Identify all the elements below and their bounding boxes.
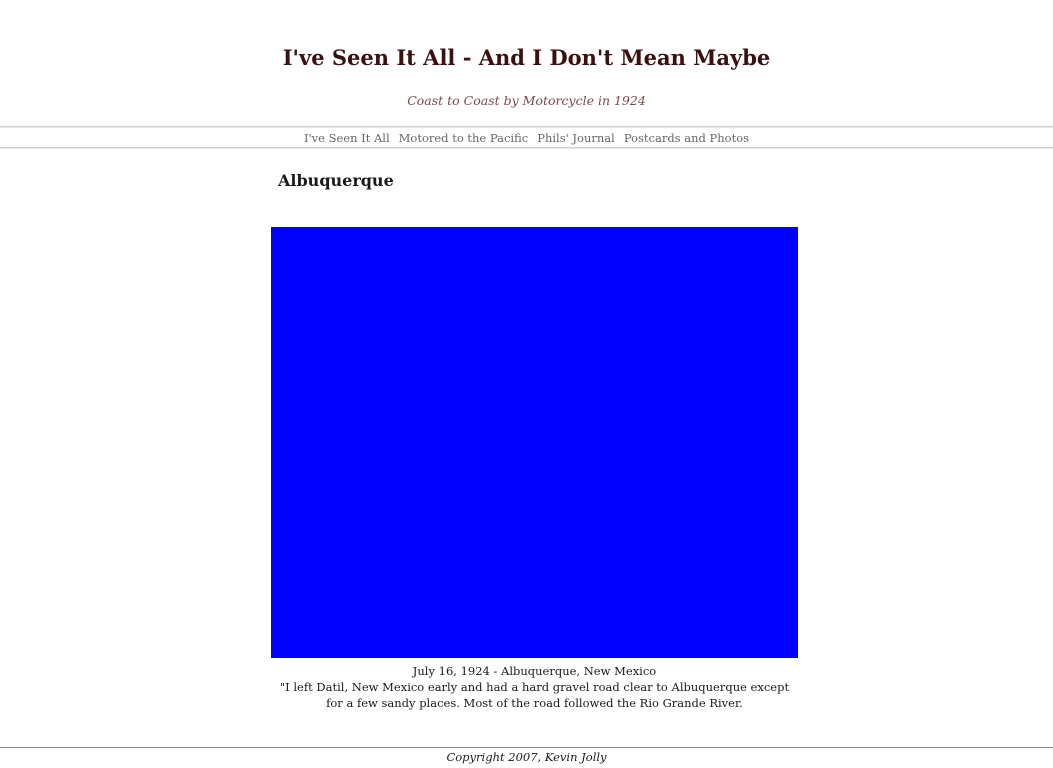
site-tagline: Coast to Coast by Motorcycle in 1924 (407, 93, 646, 108)
albuquerque-photo (271, 227, 798, 658)
photo-caption: July 16, 1924 - Albuquerque, New Mexico … (271, 663, 798, 711)
main-nav: I've Seen It All Motored to the Pacific … (0, 129, 1053, 146)
nav-divider-bottom (0, 147, 1053, 149)
page-heading: Albuquerque (278, 171, 394, 190)
nav-link-ive-seen-it-all[interactable]: I've Seen It All (304, 131, 390, 145)
nav-link-phils-journal[interactable]: Phils' Journal (537, 131, 615, 145)
nav-link-postcards-and-photos[interactable]: Postcards and Photos (624, 131, 749, 145)
footer-divider (0, 747, 1053, 748)
copyright-notice: Copyright 2007, Kevin Jolly (446, 750, 607, 764)
site-title: I've Seen It All - And I Don't Mean Mayb… (282, 45, 771, 70)
caption-date-line: July 16, 1924 - Albuquerque, New Mexico (412, 664, 657, 678)
nav-divider-top (0, 126, 1053, 128)
caption-quote: "I left Datil, New Mexico early and had … (279, 680, 790, 710)
nav-link-motored-to-the-pacific[interactable]: Motored to the Pacific (399, 131, 529, 145)
